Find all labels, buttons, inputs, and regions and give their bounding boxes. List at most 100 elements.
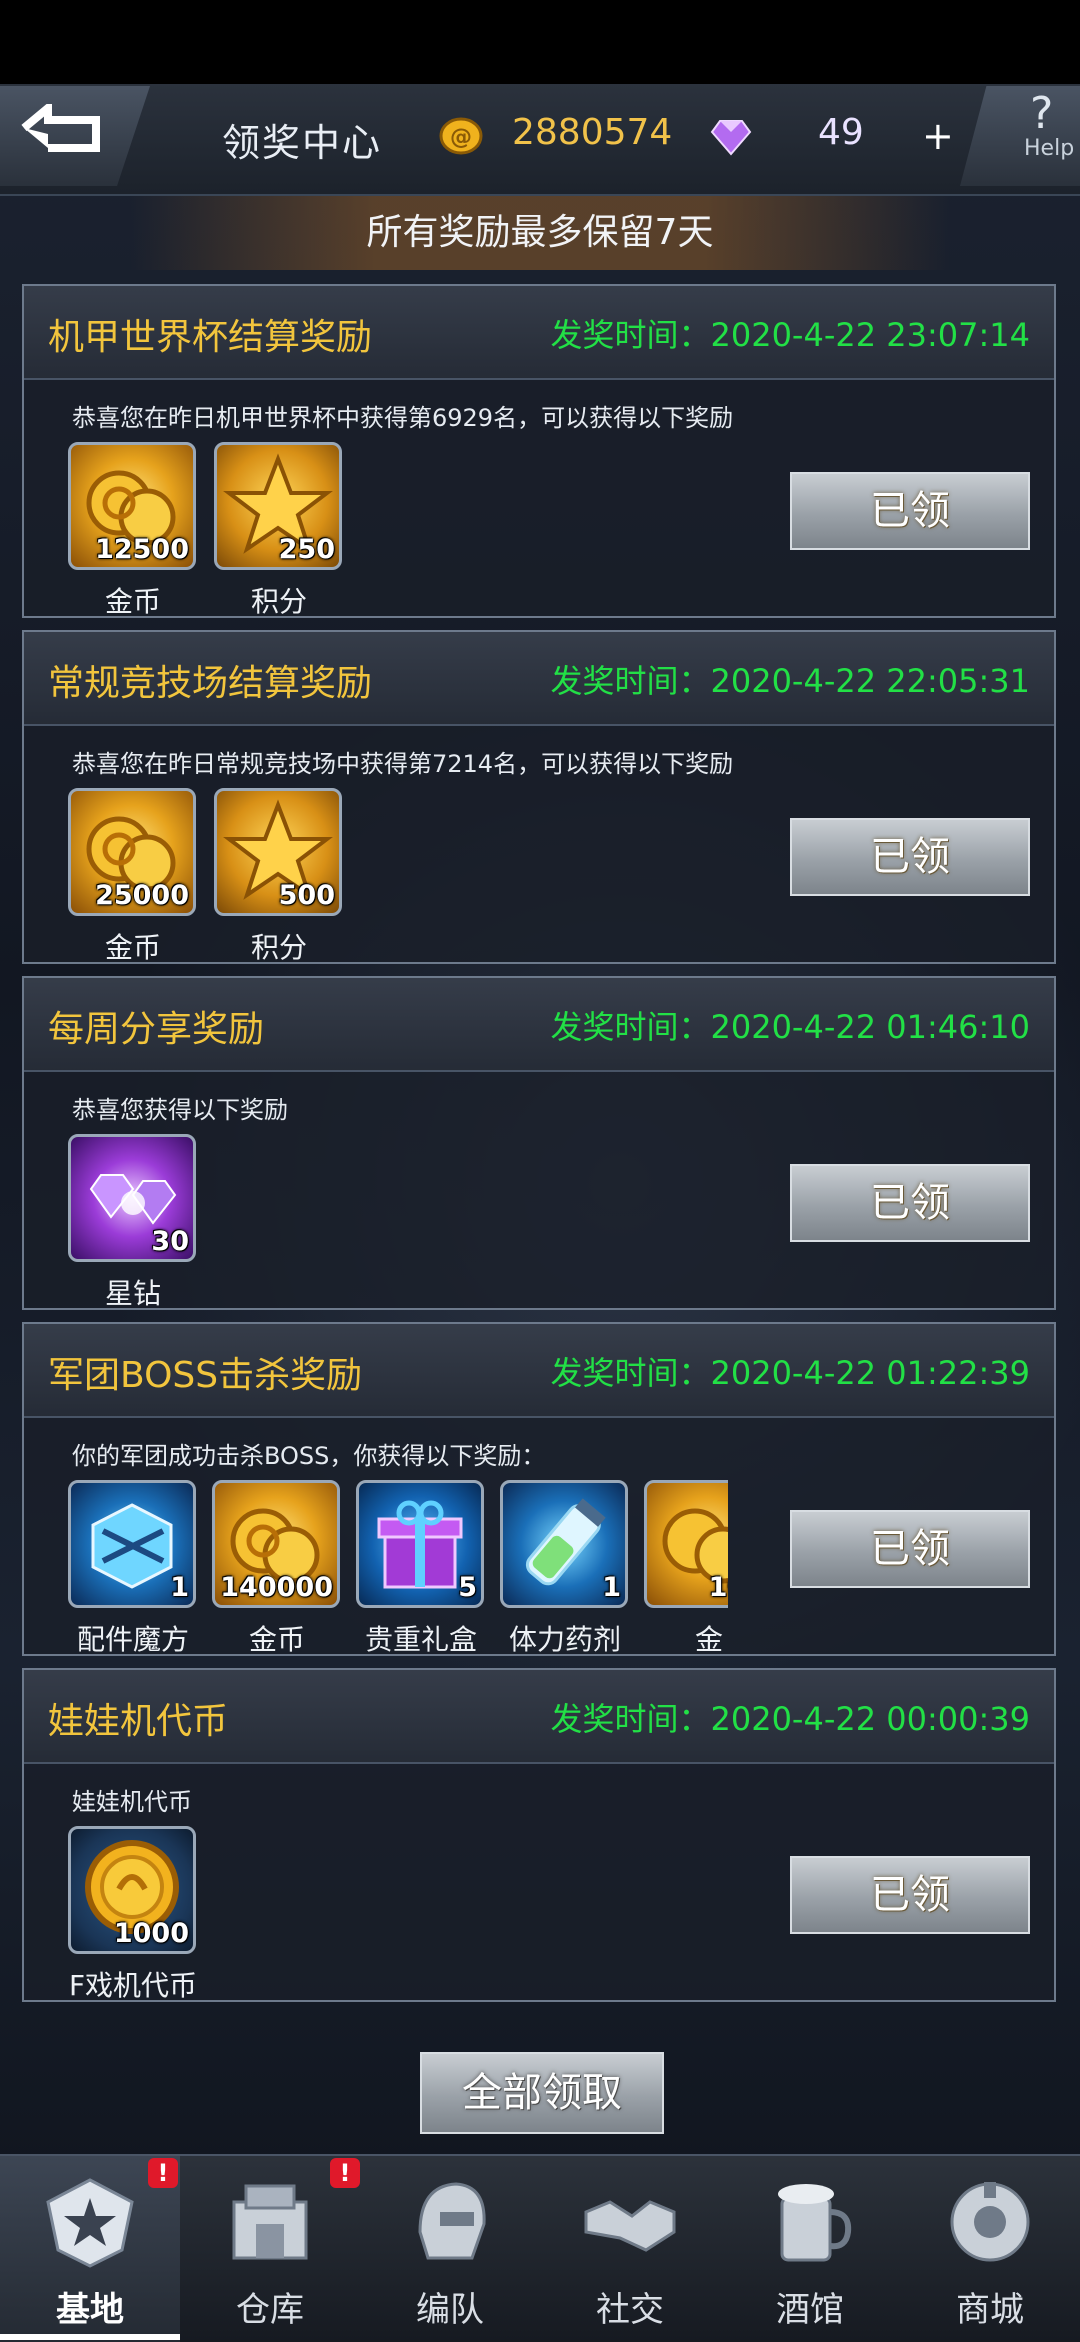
reward-items: 25000 金币 500 积分 xyxy=(68,788,728,988)
star-points-icon: 250 xyxy=(214,442,342,570)
gold-amount: 2880574 xyxy=(512,112,673,153)
nav-item-formation[interactable]: 编队 xyxy=(360,2156,540,2342)
nav-label: 编队 xyxy=(416,2290,484,2330)
reward-items: 30 星钻 xyxy=(68,1134,728,1334)
alert-badge: ! xyxy=(148,2158,178,2188)
reward-card: 每周分享奖励 发奖时间：2020-4-22 01:46:10 恭喜您获得以下奖励… xyxy=(22,976,1056,1310)
reward-title: 娃娃机代币 xyxy=(48,1701,229,1742)
claim-all-button[interactable]: 全部领取 xyxy=(420,2052,664,2134)
item-quantity: 250 xyxy=(278,534,335,565)
gift-box-icon: 5 xyxy=(356,1480,484,1608)
item-name: 金币 xyxy=(104,931,161,964)
claimed-button[interactable]: 已领 xyxy=(790,1164,1030,1242)
reward-title: 常规竞技场结算奖励 xyxy=(48,663,373,704)
reward-item[interactable]: 500 积分 xyxy=(214,788,344,988)
gold-coin-icon: @ xyxy=(439,117,483,155)
reward-item[interactable]: 12500 金币 xyxy=(68,442,198,642)
nav-label: 仓库 xyxy=(236,2290,304,2330)
item-name: 配件魔方 xyxy=(76,1623,189,1656)
nav-label: 社交 xyxy=(596,2290,664,2330)
active-tab-indicator xyxy=(0,2334,180,2340)
item-quantity: 1 xyxy=(170,1572,189,1603)
gold-coins-icon: 25000 xyxy=(68,788,196,916)
reward-item[interactable]: 30 星钻 xyxy=(68,1134,198,1334)
reward-description: 你的军团成功击杀BOSS，你获得以下奖励： xyxy=(72,1442,546,1470)
item-quantity: 30 xyxy=(151,1226,189,1257)
reward-card: 娃娃机代币 发奖时间：2020-4-22 00:00:39 娃娃机代币 1000… xyxy=(22,1668,1056,2002)
reward-time: 发奖时间：2020-4-22 01:22:39 xyxy=(550,1354,1030,1392)
reward-description: 恭喜您获得以下奖励 xyxy=(72,1096,288,1124)
svg-text:@: @ xyxy=(450,125,472,150)
reward-card: 常规竞技场结算奖励 发奖时间：2020-4-22 22:05:31 恭喜您在昨日… xyxy=(22,630,1056,964)
nav-item-shop[interactable]: 商城 xyxy=(900,2156,1080,2342)
claimed-button[interactable]: 已领 xyxy=(790,1856,1030,1934)
claimed-button[interactable]: 已领 xyxy=(790,818,1030,896)
star-diamond-icon: 30 xyxy=(68,1134,196,1262)
reward-description: 恭喜您在昨日常规竞技场中获得第7214名，可以获得以下奖励 xyxy=(72,750,734,778)
reward-items: 1 配件魔方 140000 金币 5 贵重礼盒 1 体力药剂 1 金 xyxy=(68,1480,728,1680)
nav-item-base[interactable]: 基地 ! xyxy=(0,2156,180,2342)
reward-title: 每周分享奖励 xyxy=(48,1009,265,1050)
shop-icon xyxy=(950,2182,1030,2262)
reward-title: 军团BOSS击杀奖励 xyxy=(48,1355,363,1396)
add-currency-button[interactable]: + xyxy=(922,114,954,158)
reward-item[interactable]: 1000 F戏机代币 xyxy=(68,1826,198,2026)
item-quantity: 5 xyxy=(458,1572,477,1603)
status-bar xyxy=(0,0,1080,84)
diamond-icon xyxy=(710,120,752,156)
nav-item-tavern[interactable]: 酒馆 xyxy=(720,2156,900,2342)
gold-coins-icon: 12500 xyxy=(68,442,196,570)
claimed-button[interactable]: 已领 xyxy=(790,472,1030,550)
claw-token-icon: 1000 xyxy=(68,1826,196,1954)
star-points-icon: 500 xyxy=(214,788,342,916)
formation-icon xyxy=(418,2182,486,2260)
item-name: 星钻 xyxy=(104,1277,161,1310)
alert-badge: ! xyxy=(330,2158,360,2188)
reward-item[interactable]: 140000 金币 xyxy=(212,1480,342,1680)
stamina-potion-icon: 1 xyxy=(500,1480,628,1608)
social-icon xyxy=(584,2200,676,2252)
warehouse-icon xyxy=(232,2184,308,2260)
claimed-button[interactable]: 已领 xyxy=(790,1510,1030,1588)
item-name: 贵重礼盒 xyxy=(364,1623,477,1656)
reward-items: 1000 F戏机代币 xyxy=(68,1826,728,2026)
notice-banner: 所有奖励最多保留7天 xyxy=(130,196,950,270)
reward-item[interactable]: 100 金 xyxy=(644,1480,728,1680)
nav-label: 酒馆 xyxy=(776,2290,844,2330)
item-quantity: 25000 xyxy=(95,880,189,911)
item-quantity: 500 xyxy=(278,880,335,911)
reward-time: 发奖时间：2020-4-22 22:05:31 xyxy=(550,662,1030,700)
nav-item-warehouse[interactable]: 仓库 ! xyxy=(180,2156,360,2342)
reward-item[interactable]: 250 积分 xyxy=(214,442,344,642)
item-quantity: 140000 xyxy=(220,1572,333,1603)
page-title: 领奖中心 xyxy=(222,121,383,165)
gold-coins-icon: 140000 xyxy=(212,1480,340,1608)
tavern-icon xyxy=(778,2184,852,2262)
item-quantity: 100 xyxy=(708,1572,728,1603)
reward-items: 12500 金币 250 积分 xyxy=(68,442,728,642)
nav-label: 基地 xyxy=(56,2290,124,2330)
item-name: 积分 xyxy=(250,931,307,964)
reward-item[interactable]: 5 贵重礼盒 xyxy=(356,1480,486,1680)
reward-time: 发奖时间：2020-4-22 23:07:14 xyxy=(550,316,1030,354)
item-quantity: 1 xyxy=(602,1572,621,1603)
item-quantity: 12500 xyxy=(95,534,189,565)
parts-cube-icon: 1 xyxy=(68,1480,196,1608)
reward-item[interactable]: 1 体力药剂 xyxy=(500,1480,630,1680)
reward-time: 发奖时间：2020-4-22 01:46:10 xyxy=(550,1008,1030,1046)
reward-description: 恭喜您在昨日机甲世界杯中获得第6929名，可以获得以下奖励 xyxy=(72,404,734,432)
help-label: Help xyxy=(1024,136,1075,161)
item-name: 金币 xyxy=(104,585,161,618)
reward-card: 军团BOSS击杀奖励 发奖时间：2020-4-22 01:22:39 你的军团成… xyxy=(22,1322,1056,1656)
nav-label: 商城 xyxy=(956,2290,1024,2330)
reward-description: 娃娃机代币 xyxy=(72,1788,192,1816)
item-quantity: 1000 xyxy=(113,1918,189,1949)
reward-time: 发奖时间：2020-4-22 00:00:39 xyxy=(550,1700,1030,1738)
item-name: 体力药剂 xyxy=(508,1623,621,1656)
item-name: F戏机代币 xyxy=(68,1969,198,2002)
item-name: 积分 xyxy=(250,585,307,618)
diamond-amount: 49 xyxy=(818,112,864,153)
reward-item[interactable]: 1 配件魔方 xyxy=(68,1480,198,1680)
nav-item-social[interactable]: 社交 xyxy=(540,2156,720,2342)
reward-item[interactable]: 25000 金币 xyxy=(68,788,198,988)
